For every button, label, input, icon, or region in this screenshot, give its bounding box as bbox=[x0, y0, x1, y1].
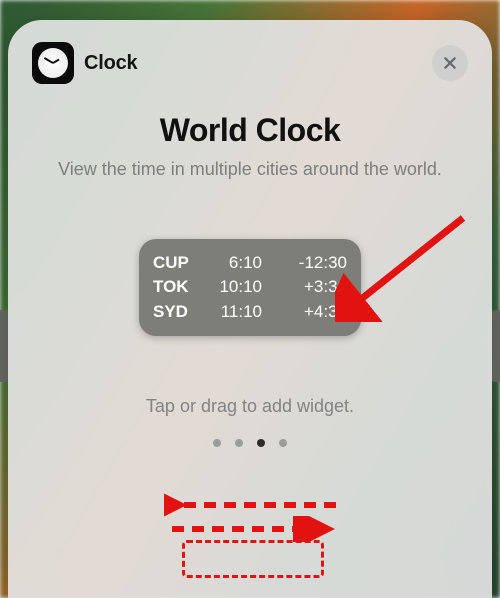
world-clock-widget-preview[interactable]: CUP 6:10 -12:30 TOK 10:10 +3:30 SYD 11:1… bbox=[139, 239, 361, 335]
widget-title: World Clock bbox=[32, 112, 468, 149]
city-time: 6:10 bbox=[212, 251, 262, 275]
world-clock-row: SYD 11:10 +4:30 bbox=[153, 300, 347, 324]
city-time: 10:10 bbox=[212, 275, 262, 299]
page-dot[interactable] bbox=[235, 439, 243, 447]
world-clock-row: TOK 10:10 +3:30 bbox=[153, 275, 347, 299]
city-code: CUP bbox=[153, 251, 199, 275]
close-button[interactable] bbox=[432, 45, 468, 81]
clock-face-icon bbox=[38, 48, 68, 78]
sheet-header: Clock bbox=[32, 42, 468, 84]
city-offset: -12:30 bbox=[275, 251, 347, 275]
city-code: SYD bbox=[153, 300, 199, 324]
page-indicator[interactable] bbox=[32, 431, 468, 455]
city-time: 11:10 bbox=[212, 300, 262, 324]
app-name-label: Clock bbox=[84, 52, 137, 75]
city-offset: +4:30 bbox=[275, 300, 347, 324]
page-dot[interactable] bbox=[279, 439, 287, 447]
page-dot-active[interactable] bbox=[257, 439, 265, 447]
widget-subtitle: View the time in multiple cities around … bbox=[32, 157, 468, 181]
page-dot[interactable] bbox=[213, 439, 221, 447]
add-widget-hint: Tap or drag to add widget. bbox=[32, 396, 468, 417]
clock-app-icon bbox=[32, 42, 74, 84]
city-offset: +3:30 bbox=[275, 275, 347, 299]
city-code: TOK bbox=[153, 275, 199, 299]
widget-preview-stage: CUP 6:10 -12:30 TOK 10:10 +3:30 SYD 11:1… bbox=[32, 239, 468, 335]
world-clock-row: CUP 6:10 -12:30 bbox=[153, 251, 347, 275]
close-icon bbox=[442, 55, 458, 71]
widget-gallery-sheet: Clock World Clock View the time in multi… bbox=[8, 20, 492, 598]
